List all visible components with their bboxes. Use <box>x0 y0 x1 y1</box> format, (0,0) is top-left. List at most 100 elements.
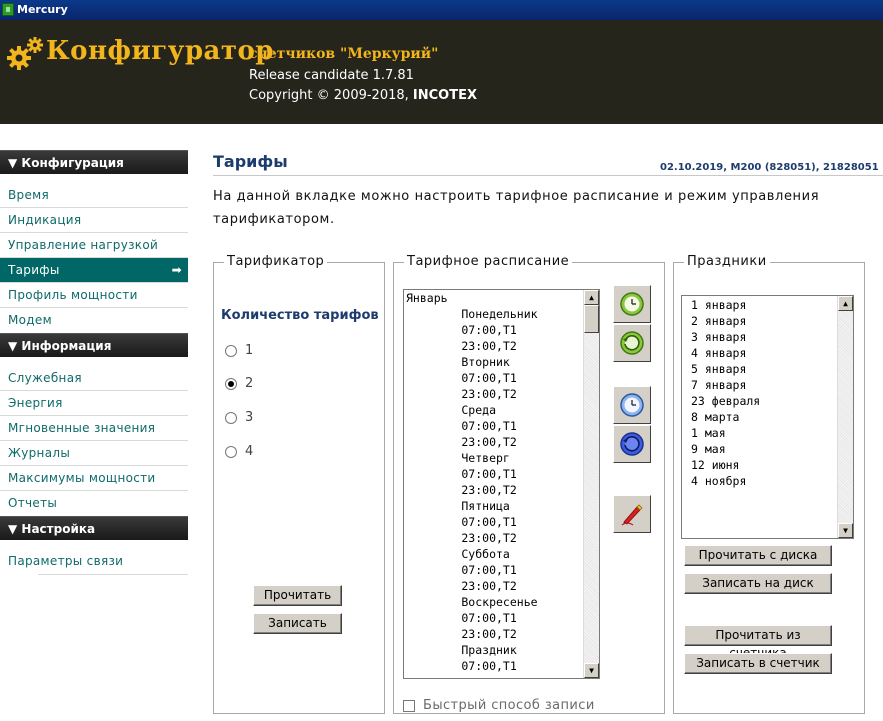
radio-label: 2 <box>245 376 254 391</box>
app-icon <box>2 3 14 16</box>
read-from-meter-button[interactable]: Прочитать из счетчика <box>684 625 832 660</box>
holiday-item[interactable]: 1 мая <box>682 425 853 441</box>
holiday-item[interactable]: 3 января <box>682 329 853 345</box>
schedule-line[interactable]: 07:00,T1 <box>404 562 599 578</box>
scroll-up-icon[interactable]: ▲ <box>838 296 853 311</box>
write-to-disk-button[interactable]: Записать на диск <box>684 573 832 594</box>
sidebar-item-power-profile[interactable]: Профиль мощности <box>0 283 188 308</box>
holidays-scrollbar[interactable]: ▲ ▼ <box>837 296 853 538</box>
app-subtitle: счетчиков "Меркурий" <box>249 46 439 62</box>
schedule-line[interactable]: Среда <box>404 402 599 418</box>
schedule-line[interactable]: 23:00,T2 <box>404 434 599 450</box>
radio-label: 1 <box>245 343 254 358</box>
sidebar-item-tariffs[interactable]: Тарифы ➡ <box>0 258 188 283</box>
device-info: 02.10.2019, M200 (828051), 21828051 <box>660 162 879 173</box>
sidebar-item-service[interactable]: Служебная <box>0 366 188 391</box>
schedule-list[interactable]: Январь Понедельник 07:00,T1 23:00,T2 Вто… <box>403 289 600 679</box>
group-title: Тарификатор <box>224 254 328 269</box>
fast-write-option[interactable]: Быстрый способ записи <box>403 698 595 713</box>
scroll-down-icon[interactable]: ▼ <box>838 523 853 538</box>
schedule-line[interactable]: 23:00,T2 <box>404 338 599 354</box>
tariff-count-option-3[interactable]: 3 <box>225 410 253 425</box>
section-header-configuration[interactable]: ▼ Конфигурация <box>0 150 188 174</box>
schedule-line[interactable]: 07:00,T1 <box>404 610 599 626</box>
group-title: Тарифное расписание <box>404 254 573 269</box>
tariff-count-option-2[interactable]: 2 <box>225 376 253 391</box>
holiday-item[interactable]: 4 ноября <box>682 473 853 489</box>
title-divider <box>213 175 883 176</box>
radio-button[interactable] <box>225 344 237 357</box>
section-header-information[interactable]: ▼ Информация <box>0 333 188 357</box>
holiday-item[interactable]: 4 января <box>682 345 853 361</box>
tariff-count-option-1[interactable]: 1 <box>225 343 253 358</box>
schedule-line[interactable]: 07:00,T1 <box>404 322 599 338</box>
schedule-line[interactable]: 07:00,T1 <box>404 370 599 386</box>
holiday-item[interactable]: 23 февраля <box>682 393 853 409</box>
holiday-item[interactable]: 8 марта <box>682 409 853 425</box>
schedule-scrollbar[interactable]: ▲ ▼ <box>583 290 599 678</box>
sidebar-item-instant-values[interactable]: Мгновенные значения <box>0 416 188 441</box>
window-titlebar[interactable]: Mercury <box>0 0 883 20</box>
page-title: Тарифы <box>213 152 288 171</box>
schedule-line[interactable]: 23:00,T2 <box>404 578 599 594</box>
holiday-item[interactable]: 9 мая <box>682 441 853 457</box>
schedule-line[interactable]: 07:00,T1 <box>404 466 599 482</box>
schedule-line[interactable]: 23:00,T2 <box>404 386 599 402</box>
sidebar-item-load-control[interactable]: Управление нагрузкой <box>0 233 188 258</box>
schedule-line[interactable]: Январь <box>404 290 599 306</box>
scroll-up-icon[interactable]: ▲ <box>584 290 599 305</box>
scroll-thumb[interactable] <box>584 305 599 333</box>
schedule-line[interactable]: Воскресенье <box>404 594 599 610</box>
page-description: На данной вкладке можно настроить тарифн… <box>213 189 820 227</box>
schedule-line[interactable]: Суббота <box>404 546 599 562</box>
schedule-line[interactable]: Пятница <box>404 498 599 514</box>
sidebar-item-power-maximums[interactable]: Максимумы мощности <box>0 466 188 491</box>
sidebar-item-logs[interactable]: Журналы <box>0 441 188 466</box>
schedule-line[interactable]: 07:00,T1 <box>404 658 599 674</box>
write-to-meter-button[interactable]: Записать в счетчик <box>684 653 832 674</box>
radio-button[interactable] <box>225 445 237 458</box>
schedule-line[interactable]: 23:00,T2 <box>404 482 599 498</box>
tariff-count-option-4[interactable]: 4 <box>225 444 253 459</box>
radio-label: 4 <box>245 444 254 459</box>
read-from-disk-button[interactable]: Прочитать с диска <box>684 545 832 566</box>
schedule-line[interactable]: Праздник <box>404 642 599 658</box>
holiday-item[interactable]: 2 января <box>682 313 853 329</box>
sidebar-item-connection-params[interactable]: Параметры связи <box>0 549 188 574</box>
holiday-item[interactable]: 5 января <box>682 361 853 377</box>
read-button[interactable]: Прочитать <box>253 585 342 606</box>
holiday-item[interactable]: 12 июня <box>682 457 853 473</box>
copyright-text: Copyright © 2009-2018, <box>249 88 409 103</box>
edit-date-button[interactable] <box>613 425 651 463</box>
sidebar-item-time[interactable]: Время <box>0 183 188 208</box>
schedule-line[interactable]: 07:00,T1 <box>404 418 599 434</box>
group-title: Праздники <box>684 254 770 269</box>
add-date-button[interactable] <box>613 386 651 424</box>
edit-schedule-button[interactable] <box>613 495 651 533</box>
schedule-line[interactable]: Понедельник <box>404 306 599 322</box>
sidebar-item-energy[interactable]: Энергия <box>0 391 188 416</box>
holiday-item[interactable]: 1 января <box>682 297 853 313</box>
schedule-line[interactable]: 23:00,T2 <box>404 626 599 642</box>
holidays-list[interactable]: 1 января 2 января 3 января 4 января 5 января… <box>681 295 854 539</box>
schedule-line[interactable]: Вторник <box>404 354 599 370</box>
radio-button[interactable] <box>225 377 237 390</box>
write-button[interactable]: Записать <box>253 613 342 634</box>
radio-button[interactable] <box>225 411 237 424</box>
schedule-line[interactable]: 07:00,T1 <box>404 514 599 530</box>
scroll-down-icon[interactable]: ▼ <box>584 663 599 678</box>
schedule-group: Тарифное расписание Январь Понедельник 0… <box>393 254 665 714</box>
sidebar-item-indication[interactable]: Индикация <box>0 208 188 233</box>
fast-write-checkbox[interactable] <box>403 699 415 712</box>
clock-green-icon <box>620 292 644 316</box>
app-header: Конфигуратор счетчиков "Меркурий" Releas… <box>0 20 883 124</box>
add-time-button[interactable] <box>613 285 651 323</box>
holidays-group: Праздники 1 января 2 января 3 января 4 янва… <box>673 254 865 714</box>
schedule-line[interactable]: 23:00,T2 <box>404 530 599 546</box>
schedule-line[interactable]: Четверг <box>404 450 599 466</box>
sidebar-item-reports[interactable]: Отчеты <box>0 491 188 516</box>
holiday-item[interactable]: 7 января <box>682 377 853 393</box>
section-header-settings[interactable]: ▼ Настройка <box>0 516 188 540</box>
edit-time-button[interactable] <box>613 324 651 362</box>
sidebar-item-modem[interactable]: Модем <box>0 308 188 333</box>
